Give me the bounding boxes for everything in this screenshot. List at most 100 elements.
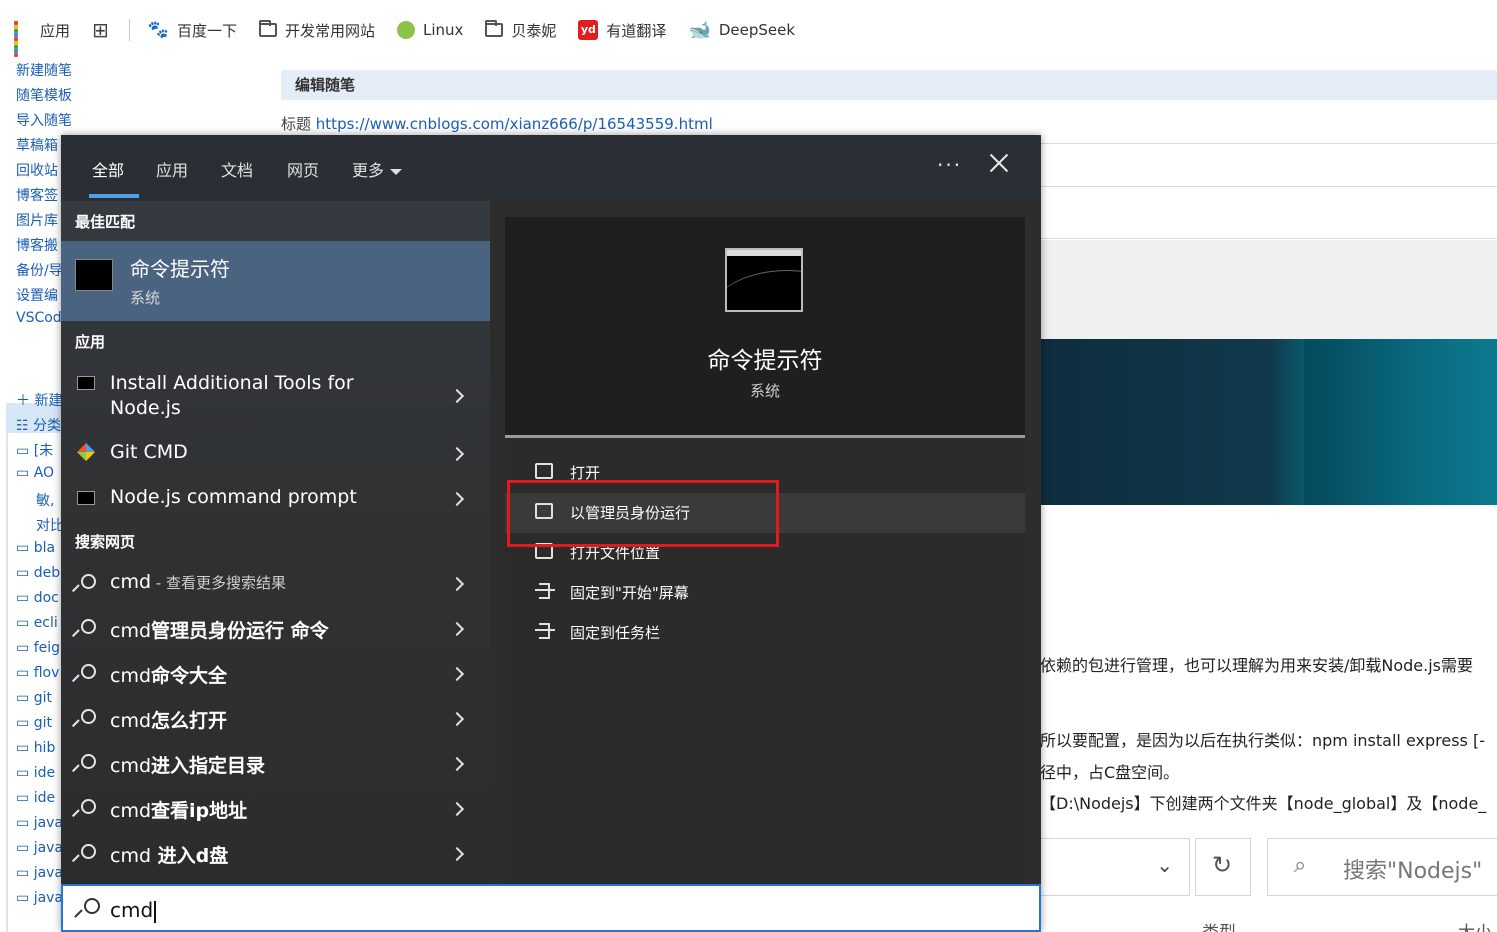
tree-item[interactable]: ▭ git [16, 690, 52, 706]
sidebar-item-vscode[interactable]: VSCod [16, 310, 62, 326]
pin-icon [535, 623, 555, 639]
tab-groups-button[interactable]: ⊞ [92, 18, 109, 42]
web-result[interactable]: cmd进入指定目录 [61, 743, 490, 783]
action-pin-start[interactable]: 固定到"开始"屏幕 [505, 573, 1025, 613]
refresh-button[interactable]: ↻ [1195, 838, 1251, 896]
bookmark-botanee[interactable]: 贝泰妮 [485, 20, 556, 41]
web-result[interactable]: cmd命令大全 [61, 653, 490, 693]
chevron-right-icon[interactable] [449, 491, 465, 507]
tree-item[interactable]: ▭ java [16, 890, 63, 906]
tree-item[interactable]: 敏, [36, 490, 54, 510]
tree-item[interactable]: ▭ feig [16, 640, 60, 656]
detail-divider [505, 435, 1025, 438]
tab-all[interactable]: 全部 [92, 157, 124, 181]
screen: 应用 ⊞ 🐾 百度一下 开发常用网站 Linux 贝泰妮 yd 有道翻译 🐋 D… [0, 0, 1497, 932]
sidebar-item-backup[interactable]: 备份/导 [16, 260, 63, 280]
bookmark-apps[interactable]: 应用 [14, 20, 70, 57]
sidebar-item-templates[interactable]: 随笔模板 [16, 85, 72, 105]
best-match-item[interactable]: 命令提示符 系统 [61, 241, 490, 321]
sidebar-item-settings[interactable]: 设置编 [16, 285, 58, 305]
tab-apps[interactable]: 应用 [156, 157, 188, 181]
address-bar[interactable]: ⌄ [1040, 838, 1190, 896]
tab-more[interactable]: 更多 [352, 157, 403, 181]
app-result-git-cmd[interactable]: Git CMD [61, 433, 490, 473]
sidebar-item-blog-sign[interactable]: 博客签 [16, 185, 58, 205]
search-tabs: 全部 应用 文档 网页 更多 ··· [61, 135, 1041, 201]
tree-item[interactable]: ▭ ecli [16, 615, 58, 631]
tree-item[interactable]: ▭ hib [16, 740, 55, 756]
post-paragraph: 【D:\Nodejs】下创建两个文件夹【node_global】及【node_ [1040, 794, 1487, 813]
chevron-right-icon[interactable] [449, 756, 465, 772]
bookmark-deepseek[interactable]: 🐋 DeepSeek [688, 20, 795, 41]
web-result[interactable]: cmd查看ip地址 [61, 788, 490, 828]
sidebar-item-import[interactable]: 导入随笔 [16, 110, 72, 130]
sidebar-item-new-post[interactable]: 新建随笔 [16, 60, 72, 80]
tree-item[interactable]: ▭ java [16, 840, 63, 856]
app-result-install-tools[interactable]: Install Additional Tools for Node.js [61, 361, 490, 427]
chevron-right-icon[interactable] [449, 446, 465, 462]
search-input[interactable]: cmd [61, 884, 1041, 932]
bookmark-label: 百度一下 [176, 21, 237, 40]
sidebar-item-images[interactable]: 图片库 [16, 210, 58, 230]
tree-item[interactable]: ▭ deb [16, 565, 60, 581]
chevron-down-icon[interactable]: ⌄ [1156, 853, 1173, 877]
chevron-right-icon[interactable] [449, 846, 465, 862]
edit-post-title: 编辑随笔 [295, 76, 356, 94]
divider [1040, 143, 1497, 144]
tab-documents[interactable]: 文档 [221, 157, 253, 181]
search-query[interactable]: cmd [110, 898, 157, 923]
tree-item[interactable]: ▭ git [16, 715, 52, 731]
tree-item[interactable]: ▭ bla [16, 540, 55, 556]
tree-item[interactable]: ▭ doc [16, 590, 59, 606]
cmd-app-icon [77, 376, 95, 390]
action-pin-taskbar[interactable]: 固定到任务栏 [505, 613, 1025, 653]
result-label: cmd进入指定目录 [110, 755, 266, 777]
tree-item[interactable]: 对比 [36, 515, 64, 535]
bookmark-linux[interactable]: Linux [396, 21, 463, 39]
bookmark-youdao[interactable]: yd 有道翻译 [578, 20, 666, 41]
chevron-right-icon[interactable] [449, 621, 465, 637]
explorer-search-box[interactable]: ⌕ 搜索"Nodejs" [1267, 838, 1497, 896]
tree-item[interactable]: ▭ flov [16, 665, 59, 681]
tree-item[interactable]: ＋ 新建 [16, 390, 62, 410]
chevron-right-icon[interactable] [449, 711, 465, 727]
result-label: cmd查看ip地址 [110, 800, 248, 822]
web-result[interactable]: cmd管理员身份运行 命令 [61, 608, 490, 648]
tree-item[interactable]: ▭ java [16, 815, 63, 831]
search-icon: ⌕ [1294, 853, 1307, 878]
title-label: 标题 [281, 115, 312, 133]
tab-web[interactable]: 网页 [287, 157, 319, 181]
post-paragraph: 依赖的包进行管理，也可以理解为用来安装/卸载Node.js需要 [1040, 656, 1474, 675]
column-type[interactable]: 类型 [1202, 918, 1236, 932]
post-url-link[interactable]: https://www.cnblogs.com/xianz666/p/16543… [316, 115, 713, 133]
sidebar-item-drafts[interactable]: 草稿箱 [16, 135, 58, 155]
tree-item[interactable]: ▭ ide [16, 765, 55, 781]
web-result[interactable]: cmd 进入d盘 [61, 833, 490, 873]
close-icon[interactable] [987, 151, 1011, 175]
chevron-right-icon[interactable] [449, 801, 465, 817]
tree-item[interactable]: ▭ AO [16, 465, 54, 481]
deepseek-icon: 🐋 [688, 19, 711, 41]
chevron-right-icon[interactable] [449, 388, 465, 404]
web-result[interactable]: cmd - 查看更多搜索结果 [61, 563, 490, 603]
apps-header: 应用 [75, 333, 106, 351]
bookmark-dev-sites[interactable]: 开发常用网站 [258, 20, 375, 41]
bookmark-baidu[interactable]: 🐾 百度一下 [148, 20, 237, 41]
tree-item[interactable]: ☷ 分类 [16, 415, 61, 435]
tree-item[interactable]: ▭ [未 [16, 440, 53, 460]
cmd-app-icon [77, 491, 95, 505]
tree-item[interactable]: ▭ java [16, 865, 63, 881]
result-label: Git CMD [110, 441, 188, 463]
sidebar-item-recycle[interactable]: 回收站 [16, 160, 58, 180]
chevron-right-icon[interactable] [449, 666, 465, 682]
chevron-right-icon[interactable] [449, 576, 465, 592]
bookmark-label: 开发常用网站 [284, 21, 375, 40]
more-options-icon[interactable]: ··· [937, 153, 962, 177]
tree-item[interactable]: ▭ ide [16, 790, 55, 806]
column-size[interactable]: 大小 [1458, 918, 1492, 932]
web-result[interactable]: cmd怎么打开 [61, 698, 490, 738]
app-result-node-prompt[interactable]: Node.js command prompt [61, 478, 490, 518]
sidebar-item-migrate[interactable]: 博客搬 [16, 235, 58, 255]
results-list: 最佳匹配 命令提示符 系统 应用 Install Additional Tool… [61, 201, 490, 884]
result-label: cmd - 查看更多搜索结果 [110, 571, 286, 593]
